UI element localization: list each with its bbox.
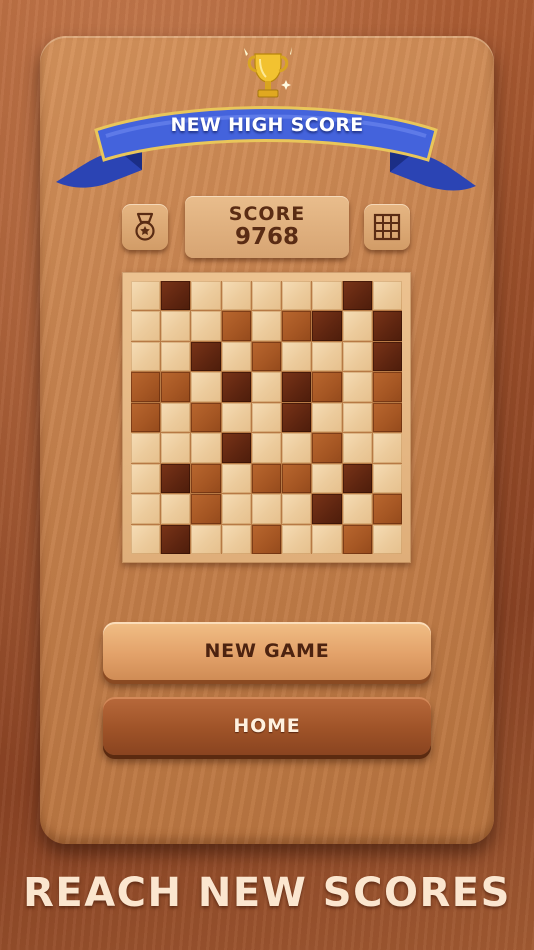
board-cell-light[interactable]: [342, 494, 372, 524]
board-cell-light[interactable]: [161, 402, 191, 433]
board-cell-light[interactable]: [251, 281, 282, 311]
board-cell-light[interactable]: [221, 494, 251, 524]
board-cell-light[interactable]: [251, 402, 282, 433]
board-cell-dark[interactable]: [312, 311, 342, 341]
board-cell-mid[interactable]: [282, 463, 312, 494]
board-cell-light[interactable]: [372, 463, 402, 494]
board-cell-light[interactable]: [131, 311, 161, 341]
board-cell-dark[interactable]: [342, 463, 372, 494]
board-cell-mid[interactable]: [191, 494, 221, 524]
board-cell-light[interactable]: [131, 433, 161, 463]
board-cell-light[interactable]: [191, 372, 221, 402]
board-cell-mid[interactable]: [131, 402, 161, 433]
achievements-button[interactable]: [122, 204, 168, 250]
board-cell-mid[interactable]: [191, 402, 221, 433]
board-cell-mid[interactable]: [372, 494, 402, 524]
board-cell-light[interactable]: [191, 311, 221, 341]
board-cell-light[interactable]: [372, 433, 402, 463]
board-cell-dark[interactable]: [372, 341, 402, 372]
board-cell-light[interactable]: [342, 372, 372, 402]
board-cell-light[interactable]: [251, 311, 282, 341]
board-cell-dark[interactable]: [282, 402, 312, 433]
board-cell-mid[interactable]: [131, 372, 161, 402]
board-cell-light[interactable]: [221, 402, 251, 433]
board-cell-light[interactable]: [282, 281, 312, 311]
board-cell-light[interactable]: [191, 281, 221, 311]
board-cell-light[interactable]: [161, 311, 191, 341]
score-label: SCORE: [228, 203, 306, 225]
board-cell-mid[interactable]: [221, 311, 251, 341]
board-cell-mid[interactable]: [251, 463, 282, 494]
board-cell-light[interactable]: [342, 402, 372, 433]
board-cell-light[interactable]: [191, 433, 221, 463]
home-button[interactable]: HOME: [103, 697, 431, 755]
board-grid: [131, 281, 402, 554]
board-cell-light[interactable]: [312, 281, 342, 311]
board-cell-light[interactable]: [312, 463, 342, 494]
board-cell-light[interactable]: [221, 281, 251, 311]
board-cell-light[interactable]: [282, 524, 312, 554]
board-cell-dark[interactable]: [221, 433, 251, 463]
board-cell-light[interactable]: [131, 463, 161, 494]
board-cell-dark[interactable]: [372, 311, 402, 341]
board-cell-light[interactable]: [251, 372, 282, 402]
board-cell-light[interactable]: [161, 341, 191, 372]
board-cell-dark[interactable]: [282, 372, 312, 402]
board-cell-light[interactable]: [282, 433, 312, 463]
board-cell-mid[interactable]: [312, 372, 342, 402]
board-cell-mid[interactable]: [282, 311, 312, 341]
board-cell-light[interactable]: [131, 341, 161, 372]
board-cell-light[interactable]: [312, 341, 342, 372]
board-cell-dark[interactable]: [312, 494, 342, 524]
board-cell-mid[interactable]: [312, 433, 342, 463]
board-cell-mid[interactable]: [372, 372, 402, 402]
board-cell-light[interactable]: [312, 524, 342, 554]
board-cell-light[interactable]: [342, 311, 372, 341]
board-cell-light[interactable]: [372, 524, 402, 554]
board-cell-light[interactable]: [221, 524, 251, 554]
grid-icon: [373, 213, 401, 241]
board-cell-mid[interactable]: [251, 524, 282, 554]
board-cell-light[interactable]: [251, 494, 282, 524]
board-cell-light[interactable]: [372, 281, 402, 311]
board-cell-light[interactable]: [131, 524, 161, 554]
board-cell-mid[interactable]: [342, 524, 372, 554]
board-cell-light[interactable]: [161, 433, 191, 463]
medal-icon: [135, 212, 155, 241]
board-cell-light[interactable]: [342, 341, 372, 372]
board-select-button[interactable]: [364, 204, 410, 250]
new-high-score-banner: NEW HIGH SCORE: [170, 114, 364, 136]
score-display: SCORE 9768: [185, 196, 349, 258]
score-value: 9768: [234, 224, 299, 250]
promo-tagline: REACH NEW SCORES: [23, 870, 511, 916]
board-cell-mid[interactable]: [191, 463, 221, 494]
board-cell-light[interactable]: [221, 463, 251, 494]
board-cell-light[interactable]: [312, 402, 342, 433]
board-cell-light[interactable]: [251, 433, 282, 463]
board-cell-dark[interactable]: [161, 524, 191, 554]
board-cell-light[interactable]: [131, 281, 161, 311]
board-cell-mid[interactable]: [372, 402, 402, 433]
board-cell-mid[interactable]: [251, 341, 282, 372]
board-cell-dark[interactable]: [161, 281, 191, 311]
board-cell-light[interactable]: [282, 341, 312, 372]
game-board: [122, 272, 411, 563]
board-cell-dark[interactable]: [221, 372, 251, 402]
board-cell-light[interactable]: [131, 494, 161, 524]
board-cell-mid[interactable]: [161, 372, 191, 402]
board-cell-light[interactable]: [221, 341, 251, 372]
board-cell-light[interactable]: [342, 433, 372, 463]
board-cell-light[interactable]: [191, 524, 221, 554]
board-cell-dark[interactable]: [342, 281, 372, 311]
board-cell-light[interactable]: [161, 494, 191, 524]
trophy-icon: [244, 47, 292, 98]
board-cell-dark[interactable]: [161, 463, 191, 494]
new-game-button[interactable]: NEW GAME: [103, 622, 431, 680]
board-cell-dark[interactable]: [191, 341, 221, 372]
board-cell-light[interactable]: [282, 494, 312, 524]
